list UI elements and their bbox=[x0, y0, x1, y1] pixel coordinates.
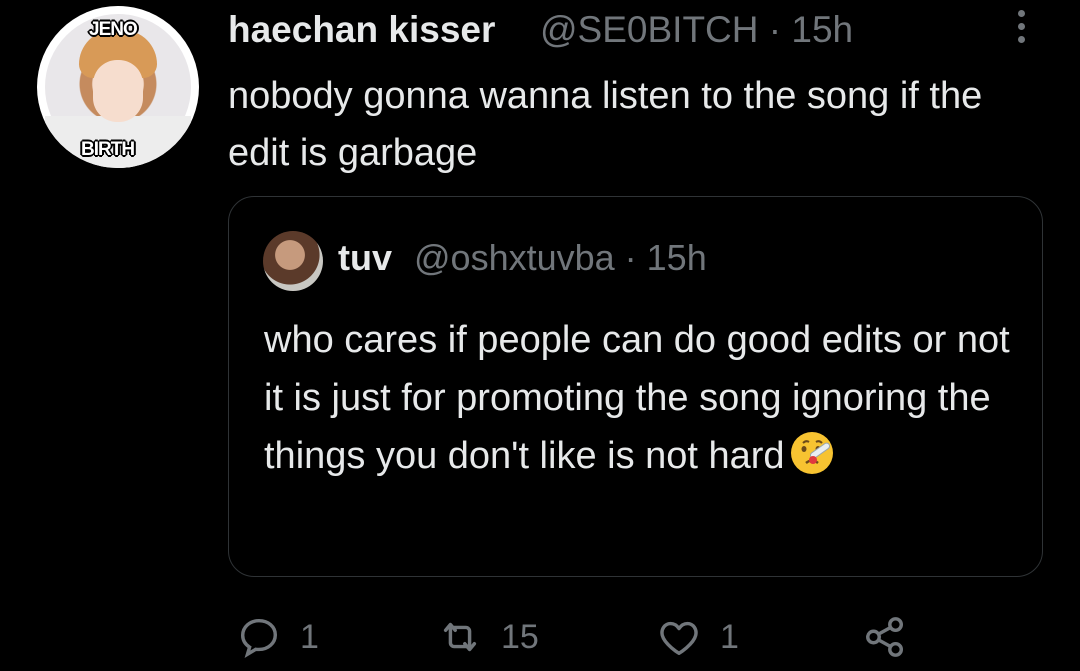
share-button[interactable] bbox=[862, 612, 926, 662]
quoted-author-display-name: tuv bbox=[338, 237, 392, 278]
quoted-author-avatar[interactable] bbox=[263, 231, 323, 291]
reply-button[interactable]: 1 bbox=[236, 612, 319, 662]
share-icon bbox=[866, 617, 904, 657]
avatar-sticker-top: JENO bbox=[89, 19, 138, 40]
reply-count: 1 bbox=[300, 617, 319, 656]
avatar-sticker-bottom: BIRTH bbox=[81, 139, 135, 160]
quoted-author-handle-time: @oshxtuvba · 15h bbox=[414, 237, 707, 278]
avatar-face bbox=[93, 60, 143, 122]
face-with-thermometer-icon bbox=[790, 432, 833, 474]
like-count: 1 bbox=[720, 617, 739, 656]
reply-icon bbox=[240, 618, 278, 659]
like-button[interactable]: 1 bbox=[656, 612, 739, 662]
author-handle-time[interactable]: @SE0BITCH · 15h bbox=[540, 9, 853, 51]
tweet-text: nobody gonna wanna listen to the song if… bbox=[228, 75, 983, 174]
more-icon[interactable] bbox=[1011, 10, 1031, 50]
retweet-count: 15 bbox=[501, 617, 539, 656]
quoted-tweet-text-block: who cares if people can do good edits or… bbox=[264, 311, 1024, 485]
tweet-actions-bar: 1 15 1 bbox=[0, 612, 1080, 662]
retweet-icon bbox=[443, 622, 477, 652]
like-icon bbox=[660, 621, 698, 656]
retweet-button[interactable]: 15 bbox=[437, 612, 539, 662]
author-display-name[interactable]: haechan kisser bbox=[228, 9, 495, 51]
quoted-tweet-text: who cares if people can do good edits or… bbox=[264, 319, 1010, 477]
